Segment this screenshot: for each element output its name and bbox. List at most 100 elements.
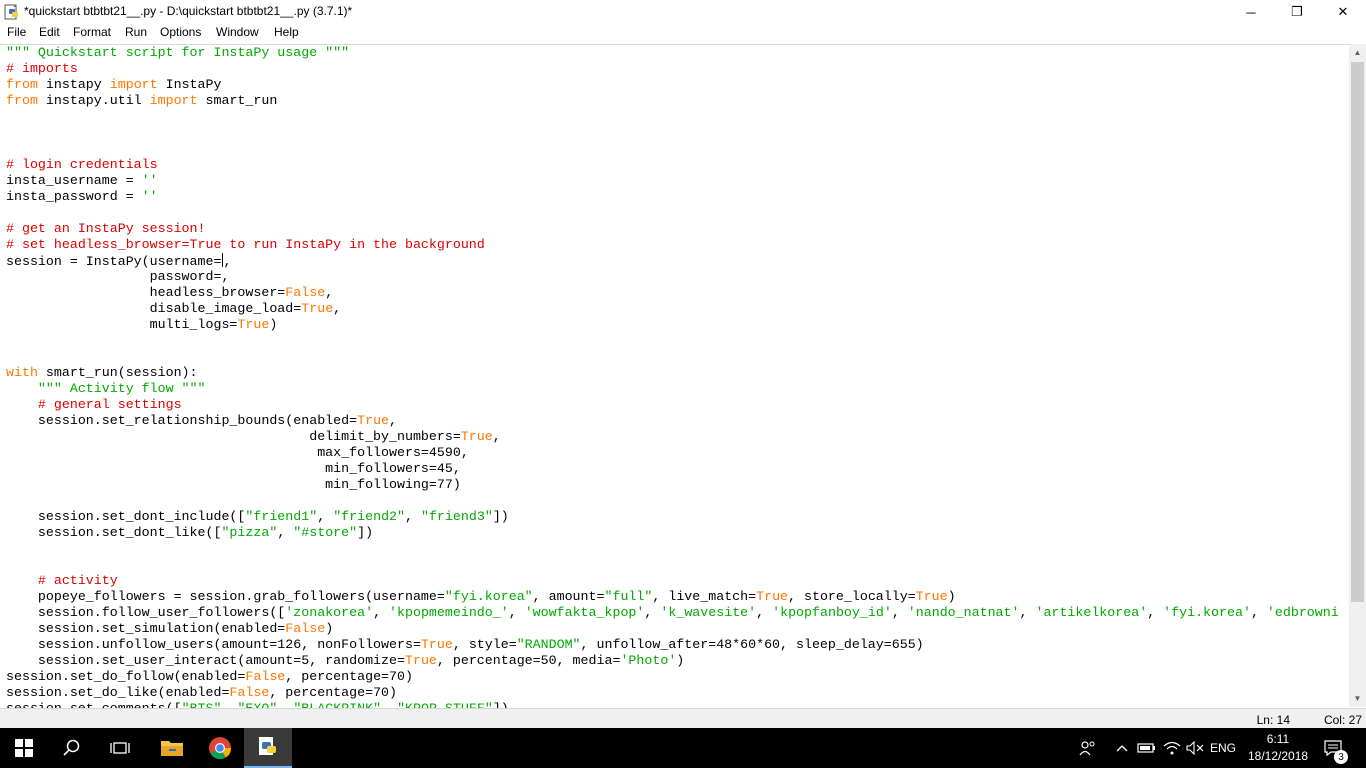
code-line[interactable]: session.set_relationship_bounds(enabled=… [6, 413, 1339, 429]
code-line[interactable]: # activity [6, 573, 1339, 589]
code-line[interactable]: session.follow_user_followers(['zonakore… [6, 605, 1339, 621]
code-token: # imports [6, 61, 78, 76]
code-token: "RANDOM" [516, 637, 581, 652]
code-line[interactable]: popeye_followers = session.grab_follower… [6, 589, 1339, 605]
code-line[interactable] [6, 557, 1339, 573]
status-bar: Ln: 14 Col: 27 [0, 708, 1366, 729]
code-line[interactable]: from instapy import InstaPy [6, 77, 1339, 93]
code-token: , [492, 429, 501, 444]
scroll-up-arrow-icon[interactable]: ▲ [1349, 44, 1366, 61]
code-token: # general settings [37, 397, 182, 412]
menu-bar: File Edit Format Run Options Window Help [0, 24, 1366, 43]
clock-time[interactable]: 6:11 [1248, 732, 1308, 746]
code-token: with [6, 365, 38, 380]
code-line[interactable]: # imports [6, 61, 1339, 77]
code-line[interactable] [6, 109, 1339, 125]
code-token: , [644, 605, 661, 620]
code-line[interactable]: session = InstaPy(username=, [6, 253, 1339, 269]
search-button[interactable] [48, 728, 96, 768]
code-line[interactable]: session.set_do_like(enabled=False, perce… [6, 685, 1339, 701]
code-line[interactable] [6, 333, 1339, 349]
code-line[interactable]: """ Activity flow """ [6, 381, 1339, 397]
code-token: """ Quickstart script for InstaPy usage … [6, 45, 350, 60]
maximize-button[interactable]: ❐ [1274, 0, 1320, 24]
menu-edit[interactable]: Edit [39, 25, 60, 39]
code-editor[interactable]: """ Quickstart script for InstaPy usage … [0, 44, 1349, 708]
code-token: import [149, 93, 198, 108]
code-token: , percentage=70) [269, 685, 398, 700]
code-line[interactable]: session.set_simulation(enabled=False) [6, 621, 1339, 637]
chrome-button[interactable] [196, 728, 244, 768]
code-line[interactable]: password=, [6, 269, 1339, 285]
battery-icon[interactable] [1136, 728, 1158, 768]
code-line[interactable]: min_following=77) [6, 477, 1339, 493]
close-button[interactable]: ✕ [1320, 0, 1366, 24]
task-view-button[interactable] [96, 728, 144, 768]
code-line[interactable]: # general settings [6, 397, 1339, 413]
start-button[interactable] [0, 728, 48, 768]
code-line[interactable]: from instapy.util import smart_run [6, 93, 1339, 109]
code-token: ]) [492, 509, 509, 524]
code-line[interactable]: with smart_run(session): [6, 365, 1339, 381]
volume-muted-icon[interactable] [1184, 728, 1206, 768]
code-line[interactable]: session.set_do_follow(enabled=False, per… [6, 669, 1339, 685]
code-token: , [277, 701, 293, 708]
code-line[interactable]: session.set_dont_include(["friend1", "fr… [6, 509, 1339, 525]
code-token: True [404, 653, 437, 668]
menu-file[interactable]: File [7, 25, 26, 39]
vertical-scrollbar[interactable]: ▲ ▼ [1349, 44, 1366, 707]
show-hidden-icons-chevron-icon[interactable] [1112, 728, 1132, 768]
scroll-down-arrow-icon[interactable]: ▼ [1349, 690, 1366, 707]
code-line[interactable] [6, 541, 1339, 557]
menu-run[interactable]: Run [125, 25, 147, 39]
input-language-indicator[interactable]: ENG [1206, 728, 1240, 768]
code-line[interactable]: # login credentials [6, 157, 1339, 173]
code-token: , [221, 701, 237, 708]
code-token: , [223, 254, 232, 269]
code-line[interactable]: insta_password = '' [6, 189, 1339, 205]
code-line[interactable]: # set headless_browser=True to run Insta… [6, 237, 1339, 253]
windows-taskbar: ENG 6:11 18/12/2018 3 [0, 728, 1366, 768]
code-line[interactable]: min_followers=45, [6, 461, 1339, 477]
code-token: session.set_comments([ [6, 701, 182, 708]
code-line[interactable]: session.set_dont_like(["pizza", "#store"… [6, 525, 1339, 541]
code-line[interactable] [6, 349, 1339, 365]
code-line[interactable] [6, 125, 1339, 141]
wifi-icon[interactable] [1160, 728, 1184, 768]
menu-options[interactable]: Options [160, 25, 201, 39]
code-text[interactable]: """ Quickstart script for InstaPy usage … [6, 45, 1339, 708]
code-line[interactable]: delimit_by_numbers=True, [6, 429, 1339, 445]
code-line[interactable] [6, 141, 1339, 157]
code-line[interactable]: headless_browser=False, [6, 285, 1339, 301]
python-idle-taskbar-button[interactable] [244, 728, 292, 768]
code-line[interactable]: disable_image_load=True, [6, 301, 1339, 317]
code-line[interactable] [6, 205, 1339, 221]
menu-format[interactable]: Format [73, 25, 111, 39]
code-line[interactable]: session.set_comments(["BTS", "EXO", "BLA… [6, 701, 1339, 708]
code-line[interactable]: session.unfollow_users(amount=126, nonFo… [6, 637, 1339, 653]
people-icon[interactable] [1076, 728, 1100, 768]
minimize-button[interactable]: ─ [1228, 0, 1274, 24]
code-token: smart_run(session): [37, 365, 198, 380]
code-token: session.set_user_interact(amount=5, rand… [6, 653, 405, 668]
code-line[interactable]: multi_logs=True) [6, 317, 1339, 333]
code-line[interactable]: # get an InstaPy session! [6, 221, 1339, 237]
code-token: popeye_followers = session.grab_follower… [6, 589, 445, 604]
file-explorer-button[interactable] [148, 728, 196, 768]
code-token: session.follow_user_followers([ [6, 605, 286, 620]
code-token: 'kpopmemeindo_' [389, 605, 509, 620]
code-line[interactable]: insta_username = '' [6, 173, 1339, 189]
scrollbar-thumb[interactable] [1351, 62, 1364, 602]
code-token: 'fyi.korea' [1163, 605, 1251, 620]
code-token: True [237, 317, 270, 332]
code-line[interactable]: max_followers=4590, [6, 445, 1339, 461]
code-line[interactable]: """ Quickstart script for InstaPy usage … [6, 45, 1339, 61]
task-view-icon [110, 742, 130, 754]
code-token: "#store" [293, 525, 358, 540]
clock-date[interactable]: 18/12/2018 [1248, 749, 1308, 763]
code-token: "BTS" [182, 701, 222, 708]
menu-window[interactable]: Window [216, 25, 259, 39]
menu-help[interactable]: Help [274, 25, 299, 39]
code-line[interactable] [6, 493, 1339, 509]
code-line[interactable]: session.set_user_interact(amount=5, rand… [6, 653, 1339, 669]
